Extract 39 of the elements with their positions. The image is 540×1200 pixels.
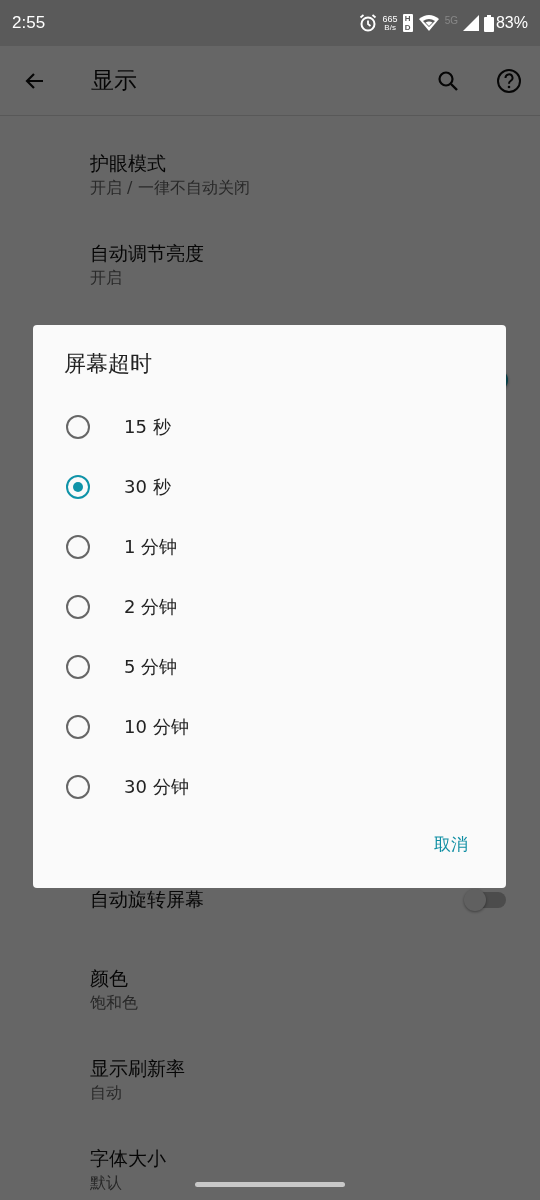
search-icon[interactable]: [436, 68, 460, 93]
status-time: 2:55: [12, 13, 46, 33]
setting-value: 饱和色: [90, 993, 138, 1014]
option-label[interactable]: 1 分钟: [124, 535, 178, 559]
battery-percent: 83%: [495, 14, 528, 32]
page-title: 显示: [91, 66, 138, 95]
setting-title: 颜色: [90, 966, 128, 991]
hd-badge: HD: [402, 14, 413, 32]
signal-icon: [462, 15, 479, 31]
option-label[interactable]: 15 秒: [124, 415, 171, 439]
radio-button[interactable]: [66, 715, 90, 739]
wifi-icon: [417, 14, 440, 32]
help-icon[interactable]: [496, 67, 522, 94]
dialog-title: 屏幕超时: [63, 350, 153, 378]
cancel-button[interactable]: 取消: [420, 825, 482, 864]
option-label[interactable]: 30 分钟: [124, 775, 189, 799]
setting-title: 护眼模式: [90, 151, 166, 176]
setting-title: 显示刷新率: [90, 1056, 185, 1081]
radio-button[interactable]: [66, 775, 90, 799]
radio-button[interactable]: [66, 535, 90, 559]
setting-value: 默认: [90, 1173, 122, 1194]
setting-title: 自动调节亮度: [90, 241, 204, 266]
radio-button[interactable]: [66, 415, 90, 439]
network-speed-unit: B/s: [384, 23, 396, 32]
option-label[interactable]: 30 秒: [124, 475, 171, 499]
toggle-switch[interactable]: [466, 892, 506, 908]
alarm-icon: [357, 13, 378, 33]
radio-button[interactable]: [66, 475, 90, 499]
option-label[interactable]: 5 分钟: [124, 655, 178, 679]
option-label[interactable]: 2 分钟: [124, 595, 178, 619]
radio-button[interactable]: [66, 595, 90, 619]
setting-value: 自动: [90, 1083, 122, 1104]
radio-button[interactable]: [66, 655, 90, 679]
setting-value: 开启: [90, 268, 122, 289]
network-speed: 665: [382, 14, 398, 24]
battery-icon: [483, 14, 494, 32]
setting-title: 自动旋转屏幕: [90, 887, 204, 912]
option-label[interactable]: 10 分钟: [124, 715, 189, 739]
setting-title: 字体大小: [90, 1146, 166, 1171]
